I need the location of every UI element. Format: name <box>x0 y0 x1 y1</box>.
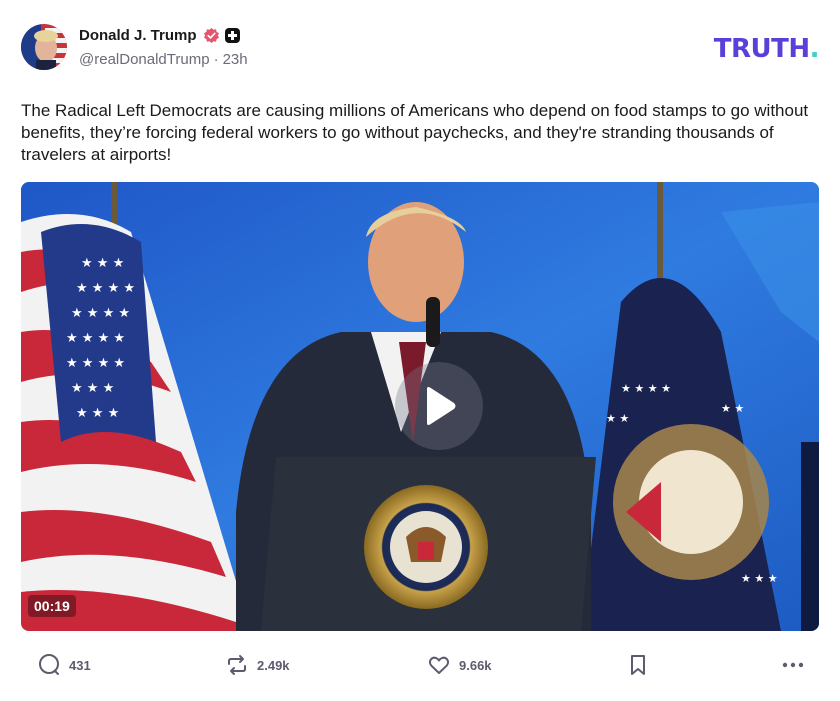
svg-text:★ ★ ★ ★: ★ ★ ★ ★ <box>71 306 130 321</box>
reply-button[interactable]: 431 <box>37 652 91 678</box>
video-duration: 00:19 <box>28 595 76 617</box>
bookmark-button[interactable] <box>627 652 649 678</box>
retruth-count: 2.49k <box>257 657 290 673</box>
meta-separator: · <box>213 51 219 68</box>
svg-text:★ ★ ★: ★ ★ ★ <box>741 572 778 585</box>
more-icon <box>782 662 804 668</box>
verified-badge-icon <box>203 27 219 43</box>
svg-text:★ ★ ★ ★: ★ ★ ★ ★ <box>621 382 671 395</box>
video-player[interactable]: ★ ★ ★ ★ ★ ★ ★ ★ ★ ★ ★ ★ ★ ★ ★ ★ ★ ★ ★ ★ ★ ★… <box>21 182 819 631</box>
comment-icon <box>39 654 59 675</box>
svg-text:★ ★: ★ ★ <box>606 412 629 425</box>
svg-text:★ ★ ★: ★ ★ ★ <box>76 406 119 421</box>
svg-text:★ ★ ★: ★ ★ ★ <box>81 256 124 271</box>
author-name[interactable]: Donald J. Trump <box>79 27 197 44</box>
avatar[interactable] <box>21 24 67 70</box>
reply-count: 431 <box>69 657 91 673</box>
post-header: Donald J. Trump @realDonaldTrump · 23h T… <box>21 24 820 74</box>
post-time[interactable]: 23h <box>223 51 248 68</box>
like-button[interactable]: 9.66k <box>427 652 492 678</box>
svg-text:★ ★ ★: ★ ★ ★ <box>71 381 114 396</box>
post-actions: 431 2.49k 9.66k <box>37 652 807 680</box>
retruth-button[interactable]: 2.49k <box>225 652 290 678</box>
svg-text:★ ★ ★ ★: ★ ★ ★ ★ <box>76 281 135 296</box>
truth-plus-badge-icon <box>224 27 240 43</box>
truth-social-logo[interactable]: TRUTH. <box>713 34 820 64</box>
repost-icon <box>228 655 246 675</box>
logo-dot: . <box>809 34 820 64</box>
logo-text: TRUTH <box>713 34 810 64</box>
svg-text:★ ★ ★ ★: ★ ★ ★ ★ <box>66 331 125 346</box>
author-meta: @realDonaldTrump · 23h <box>79 51 248 68</box>
heart-icon <box>428 656 450 674</box>
play-icon <box>427 387 456 425</box>
bookmark-icon <box>631 655 645 675</box>
like-count: 9.66k <box>459 657 492 673</box>
svg-text:★ ★: ★ ★ <box>721 402 744 415</box>
more-button[interactable] <box>781 652 805 678</box>
play-button[interactable] <box>395 362 483 450</box>
post-text: The Radical Left Democrats are causing m… <box>21 101 809 164</box>
author-handle[interactable]: @realDonaldTrump <box>79 51 210 68</box>
svg-text:★ ★ ★ ★: ★ ★ ★ ★ <box>66 356 125 371</box>
